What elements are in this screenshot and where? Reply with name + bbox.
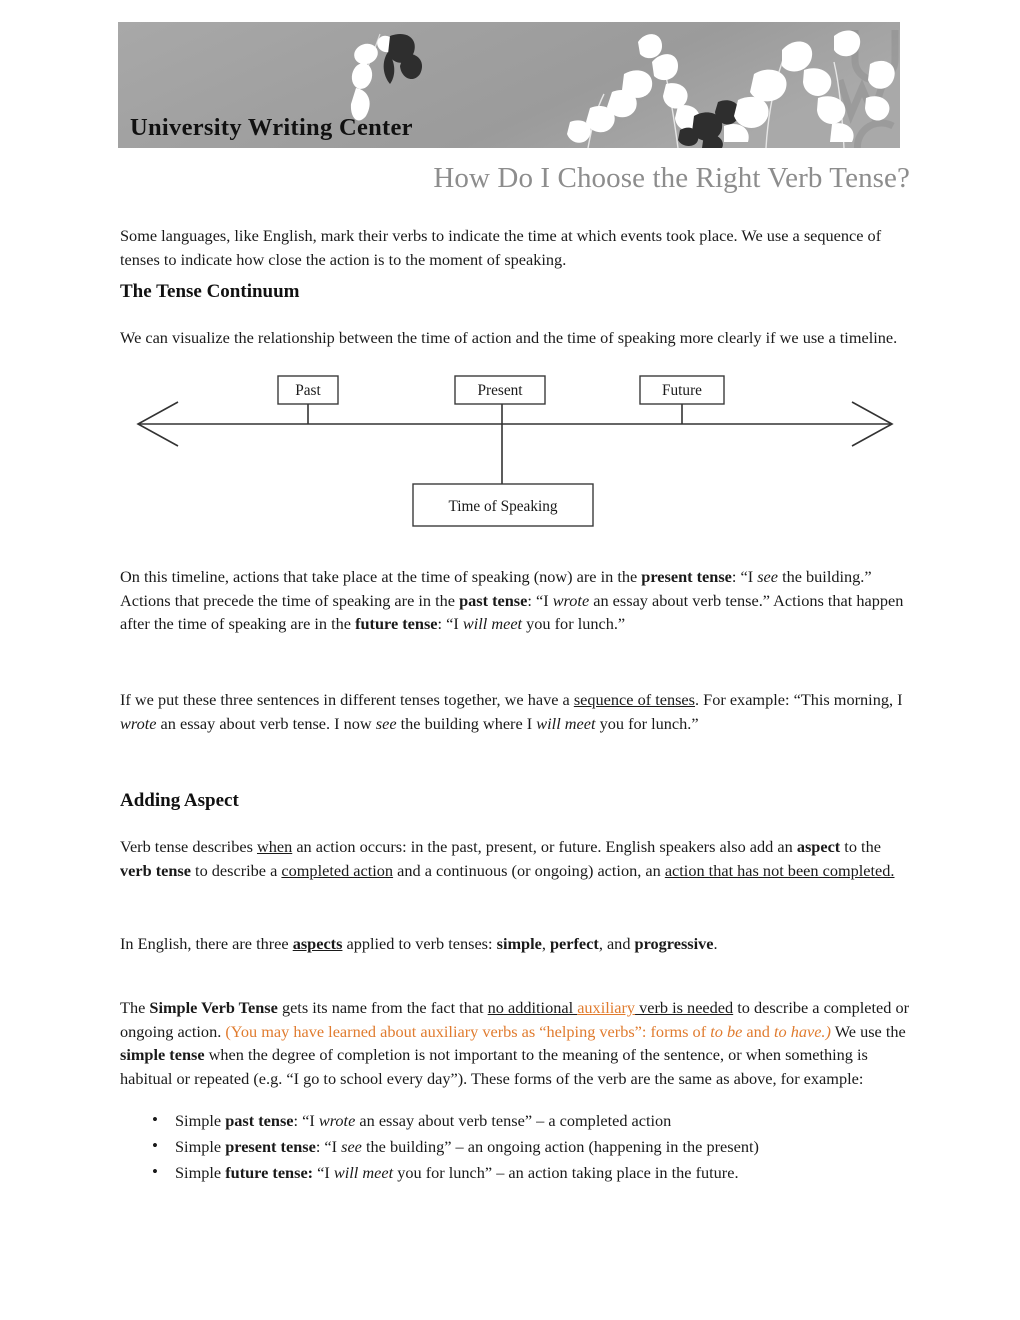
text-run: the building” – an ongoing action (happe… <box>361 1137 759 1156</box>
intro-paragraph: Some languages, like English, mark their… <box>120 226 882 269</box>
text-run: an action occurs: in the past, present, … <box>292 837 797 857</box>
verb-will-meet: will meet <box>462 614 523 634</box>
aside-helping-verbs: (You may have learned about auxiliary ve… <box>225 1021 711 1041</box>
text-run: you for lunch.” <box>595 713 699 733</box>
verb-wrote: wrote <box>318 1111 356 1130</box>
text-run: “I <box>313 1163 334 1182</box>
phrase-to-have: to have.) <box>773 1021 831 1041</box>
header-banner: University Writing Center <box>118 22 900 148</box>
timeline-box-future: Future <box>639 375 725 405</box>
term-completed-action: completed action <box>281 860 394 880</box>
timeline-axis <box>136 401 894 484</box>
text-run: . For example: “This morning, I <box>695 690 903 710</box>
term-action-not-completed: action that has not been completed. <box>664 860 895 880</box>
term-sequence-of-tenses: sequence of tenses <box>573 690 695 710</box>
timeline-box-past: Past <box>277 375 339 405</box>
term-verb-tense: verb tense <box>120 860 191 880</box>
text-run: : “I <box>527 590 553 610</box>
tense-continuum-intro: We can visualize the relationship betwee… <box>120 328 898 348</box>
verb-wrote: wrote <box>552 590 590 610</box>
list-item: Simple present tense: “I see the buildin… <box>120 1133 910 1160</box>
simple-tense-examples-list: Simple past tense: “I wrote an essay abo… <box>120 1107 910 1186</box>
text-run: an essay about verb tense” – a completed… <box>355 1111 672 1130</box>
timeline-label-future: Future <box>662 382 702 399</box>
verb-see: see <box>341 1137 362 1156</box>
term-progressive: progressive <box>634 934 714 954</box>
verb-will-meet: will meet <box>333 1163 394 1182</box>
term-future-tense: future tense <box>355 614 438 634</box>
term-future-tense: future tense: <box>225 1163 314 1182</box>
verb-will-meet: will meet <box>536 713 596 733</box>
text-run: Simple <box>175 1137 226 1156</box>
term-no-additional: no additional <box>487 998 578 1018</box>
text-run: . <box>713 934 718 954</box>
term-perfect: perfect <box>550 934 599 954</box>
page-title: How Do I Choose the Right Verb Tense? <box>433 162 910 194</box>
timeline-box-time-of-speaking: Time of Speaking <box>412 483 594 527</box>
text-run: an essay about verb tense. I now <box>156 713 376 733</box>
text-run: you for lunch.” <box>522 614 626 634</box>
text-run: applied to verb tenses: <box>342 934 497 954</box>
term-past-tense: past tense <box>225 1111 294 1130</box>
verb-see: see <box>757 567 778 587</box>
text-run: In English, there are three <box>120 934 293 954</box>
term-aspect: aspect <box>796 837 841 857</box>
verb-see: see <box>375 713 397 733</box>
term-verb-is-needed: verb is needed <box>635 998 734 1018</box>
verb-wrote: wrote <box>120 713 157 733</box>
timeline-label-time-of-speaking: Time of Speaking <box>448 498 557 515</box>
text-run: the building where I <box>396 713 537 733</box>
text-run: We use the <box>830 1021 906 1041</box>
term-simple: simple <box>496 934 542 954</box>
text-run: you for lunch” – an action taking place … <box>393 1163 739 1182</box>
paragraph-sequence-of-tenses: If we put these three sentences in diffe… <box>120 688 910 735</box>
text-run: : “I <box>437 614 463 634</box>
term-past-tense: past tense <box>459 590 528 610</box>
text-run: and a continuous (or ongoing) action, an <box>393 860 665 880</box>
text-run: Verb tense describes <box>120 837 257 857</box>
timeline-box-present: Present <box>454 375 546 405</box>
tense-timeline-diagram: Past Present Future Time of Speaking <box>120 366 910 538</box>
banner-org-title: University Writing Center <box>130 114 413 141</box>
text-run: Simple <box>175 1163 226 1182</box>
section-heading-tense-continuum: The Tense Continuum <box>120 281 300 302</box>
text-run: when the degree of completion is not imp… <box>120 1045 868 1089</box>
text-run: to the <box>840 837 881 857</box>
text-run: and <box>742 1021 774 1041</box>
text-run: gets its name from the fact that <box>277 998 488 1018</box>
text-run: to describe a <box>190 860 282 880</box>
list-item: Simple future tense: “I will meet you fo… <box>120 1159 910 1186</box>
paragraph-aspect-definition: Verb tense describes when an action occu… <box>120 835 910 882</box>
phrase-to-be: to be <box>710 1021 743 1041</box>
text-run: The <box>120 998 150 1018</box>
term-auxiliary: auxiliary <box>577 998 636 1018</box>
text-run: On this timeline, actions that take plac… <box>120 567 642 587</box>
term-simple-verb-tense: Simple Verb Tense <box>149 998 278 1018</box>
text-run: : “I <box>731 567 758 587</box>
timeline-svg: Past Present Future Time of Speaking <box>136 375 894 527</box>
term-aspects: aspects <box>292 934 343 954</box>
text-run: : “I <box>293 1111 319 1130</box>
text-run: , and <box>598 934 635 954</box>
term-present-tense: present tense <box>225 1137 316 1156</box>
text-run: If we put these three sentences in diffe… <box>120 690 574 710</box>
term-when: when <box>256 837 293 857</box>
section-heading-adding-aspect: Adding Aspect <box>120 790 239 811</box>
paragraph-present-past-future: On this timeline, actions that take plac… <box>120 565 910 636</box>
term-simple-tense: simple tense <box>120 1045 205 1065</box>
text-run: : “I <box>315 1137 342 1156</box>
paragraph-three-aspects: In English, there are three aspects appl… <box>120 932 910 956</box>
paragraph-simple-verb-tense: The Simple Verb Tense gets its name from… <box>120 996 910 1090</box>
term-present-tense: present tense <box>641 567 732 587</box>
list-item: Simple past tense: “I wrote an essay abo… <box>120 1107 910 1134</box>
text-run: Simple <box>175 1111 226 1130</box>
timeline-label-past: Past <box>295 382 321 399</box>
text-run: , <box>541 934 550 954</box>
timeline-label-present: Present <box>477 382 523 399</box>
